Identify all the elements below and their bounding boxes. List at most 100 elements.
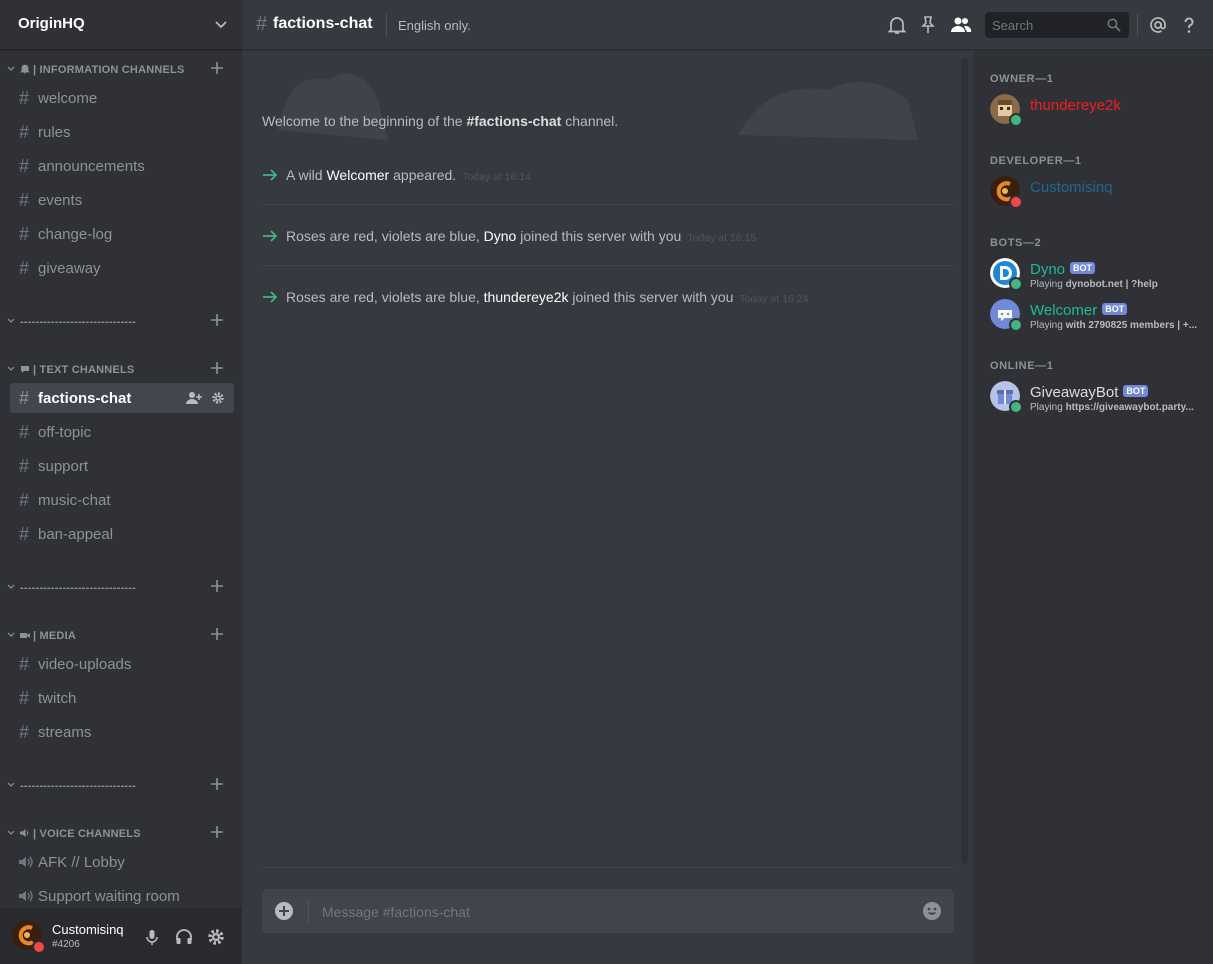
status-online-indicator (1009, 277, 1023, 291)
category-media[interactable]: | MEDIA (0, 628, 242, 646)
member-name: GiveawayBot (1030, 384, 1119, 401)
add-channel-icon[interactable] (209, 824, 225, 840)
pin-icon[interactable] (918, 15, 938, 35)
upload-plus-icon[interactable] (274, 901, 294, 921)
channel-music-chat[interactable]: # music-chat (10, 485, 234, 515)
join-arrow-icon (263, 169, 278, 181)
server-header[interactable]: OriginHQ (0, 0, 242, 50)
chevron-down-icon (7, 632, 15, 637)
hash-icon: # (19, 722, 30, 742)
chat-scrollbar[interactable] (961, 58, 968, 864)
mention-icon[interactable] (1148, 15, 1168, 35)
channel-video-uploads[interactable]: # video-uploads (10, 649, 234, 679)
add-channel-icon[interactable] (209, 776, 225, 792)
status-online-indicator (1009, 318, 1023, 332)
category-voice-channels[interactable]: | VOICE CHANNELS (0, 826, 242, 844)
channel-name: factions-chat (38, 390, 132, 407)
channel-mention: #factions-chat (466, 113, 562, 129)
channel-title: factions-chat (273, 15, 373, 32)
bell-icon (20, 64, 30, 74)
welcome-illustration (278, 73, 918, 140)
invite-member-icon[interactable] (185, 391, 202, 405)
channel-events[interactable]: # events (10, 185, 234, 215)
hash-icon: # (19, 224, 30, 244)
category-divider-3[interactable]: ------------------------------ (0, 778, 242, 796)
channel-name: Support waiting room (38, 888, 180, 905)
channel-factions-chat[interactable]: # factions-chat (10, 383, 234, 413)
channel-name: off-topic (38, 424, 92, 441)
help-icon[interactable] (1179, 15, 1199, 35)
hash-icon: # (256, 13, 268, 35)
channel-name: twitch (38, 690, 77, 707)
timestamp: Today at 16:15 (687, 232, 757, 244)
microphone-icon[interactable] (142, 927, 162, 947)
channel-name: video-uploads (38, 656, 132, 673)
voice-channel-afk-lobby[interactable]: AFK // Lobby (10, 847, 234, 877)
user-panel: Customisinq #4206 (0, 908, 242, 964)
member-customisinq[interactable]: Customisinq (984, 172, 1204, 212)
member-thundereye2k[interactable]: thundereye2k (984, 90, 1204, 130)
channel-sidebar: OriginHQ | INFORMATION CHANNELS # welcome… (0, 0, 242, 964)
emoji-icon[interactable] (922, 901, 942, 921)
channel-ban-appeal[interactable]: # ban-appeal (10, 519, 234, 549)
channel-name: AFK // Lobby (38, 854, 125, 871)
channel-giveaway[interactable]: # giveaway (10, 253, 234, 283)
headphones-icon[interactable] (174, 927, 194, 947)
channel-twitch[interactable]: # twitch (10, 683, 234, 713)
search-box[interactable] (985, 12, 1129, 38)
speaker-icon (19, 856, 33, 868)
search-input[interactable] (985, 12, 1104, 38)
member-name: Customisinq (1030, 179, 1113, 196)
gear-icon[interactable] (210, 391, 226, 405)
speaker-icon (20, 829, 29, 837)
member-name: Welcomer (1030, 302, 1098, 319)
category-text-channels[interactable]: | TEXT CHANNELS (0, 362, 242, 380)
add-channel-icon[interactable] (209, 360, 225, 376)
add-channel-icon[interactable] (209, 60, 225, 76)
member-group-heading: DEVELOPER—1 (990, 155, 1082, 167)
category-label: ------------------------------ (20, 780, 136, 792)
chevron-down-icon (7, 318, 15, 323)
category-divider-2[interactable]: ------------------------------ (0, 580, 242, 598)
category-divider-1[interactable]: ------------------------------ (0, 314, 242, 332)
hash-icon: # (19, 88, 30, 108)
add-channel-icon[interactable] (209, 626, 225, 642)
member-name: Dyno (1030, 261, 1066, 278)
add-channel-icon[interactable] (209, 312, 225, 328)
message-author[interactable]: Welcomer (326, 167, 389, 183)
channel-support[interactable]: # support (10, 451, 234, 481)
message-author[interactable]: Dyno (484, 228, 517, 244)
header-divider (386, 14, 387, 36)
message-author[interactable]: thundereye2k (484, 289, 569, 305)
member-group-heading: BOTS—2 (990, 237, 1042, 249)
bell-icon[interactable] (887, 15, 907, 35)
member-name: thundereye2k (1030, 97, 1121, 114)
voice-channel-support-waiting-room[interactable]: Support waiting room (10, 881, 234, 911)
member-giveawaybot[interactable]: GiveawayBot BOT Playing https://giveawayb… (984, 377, 1204, 417)
member-group-heading: OWNER—1 (990, 73, 1054, 85)
member-welcomer[interactable]: Welcomer BOT Playing with 2790825 members… (984, 295, 1204, 335)
camera-icon (20, 633, 30, 638)
channel-change-log[interactable]: # change-log (10, 219, 234, 249)
channel-name: support (38, 458, 89, 475)
speech-bubble-icon (21, 366, 29, 373)
message-composer (262, 889, 954, 935)
channel-streams[interactable]: # streams (10, 717, 234, 747)
hash-icon: # (19, 422, 30, 442)
channel-announcements[interactable]: # announcements (10, 151, 234, 181)
add-channel-icon[interactable] (209, 578, 225, 594)
bot-badge: BOT (1123, 385, 1149, 397)
member-dyno[interactable]: Dyno BOT Playing dynobot.net | ?help (984, 254, 1204, 294)
system-message: Roses are red, violets are blue, thunder… (262, 287, 954, 327)
channel-welcome-text: Welcome to the beginning of the #faction… (262, 113, 619, 129)
composer-divider (262, 867, 954, 868)
username: Customisinq (52, 922, 124, 937)
channel-welcome[interactable]: # welcome (10, 83, 234, 113)
channel-rules[interactable]: # rules (10, 117, 234, 147)
channel-name: rules (38, 124, 71, 141)
category-information[interactable]: | INFORMATION CHANNELS (0, 62, 242, 80)
gear-icon[interactable] (206, 927, 226, 947)
message-input[interactable] (320, 889, 884, 935)
channel-off-topic[interactable]: # off-topic (10, 417, 234, 447)
member-list-icon[interactable] (949, 15, 973, 35)
